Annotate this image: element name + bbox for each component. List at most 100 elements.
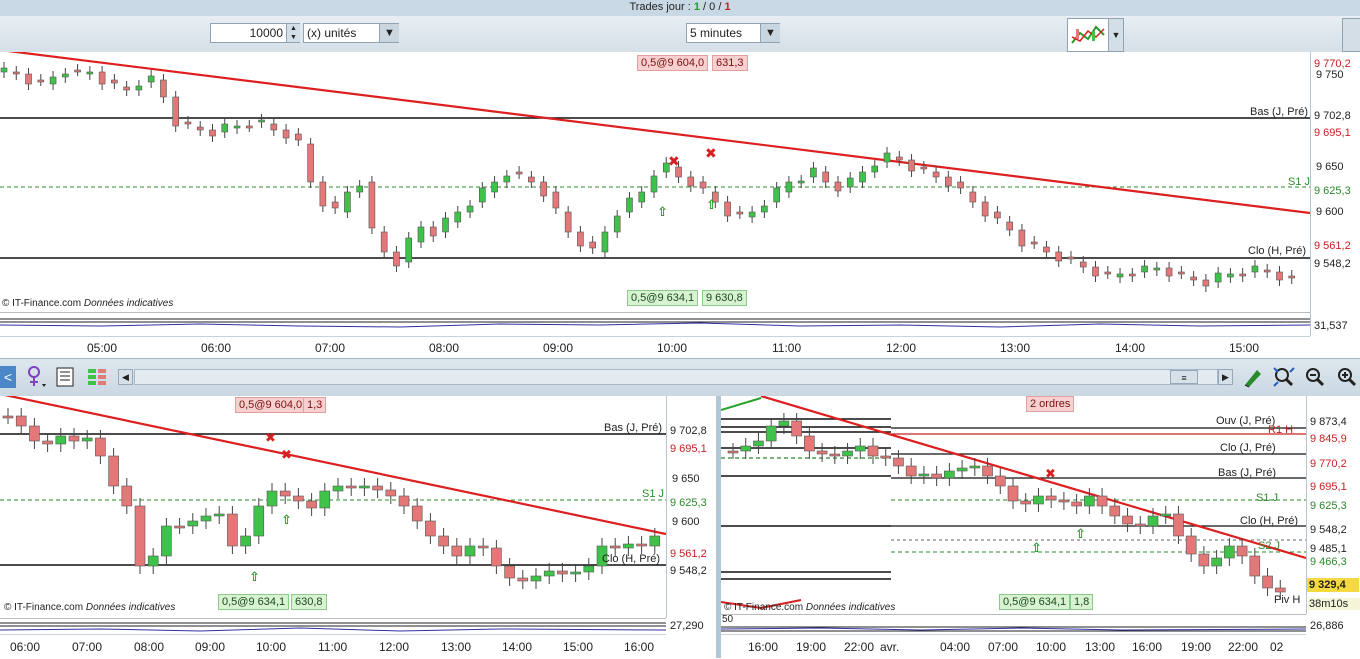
main-chart[interactable]: ✖ ✖ ⇧ ⇧	[0, 52, 1310, 312]
candle	[1165, 267, 1173, 277]
candle	[1190, 276, 1197, 281]
oscillator-canvas	[0, 318, 1311, 328]
price-label: 9 548,2	[1310, 524, 1347, 536]
scroll-left-button[interactable]: ◀	[118, 369, 133, 385]
candle	[1018, 229, 1026, 247]
candle	[626, 197, 633, 213]
price-tick: 9 650	[1316, 161, 1344, 173]
price-tick: 9 600	[672, 516, 700, 528]
candle	[1020, 500, 1032, 505]
close-marker-icon: ✖	[668, 153, 680, 169]
buy-order-tag[interactable]: 0,5@9 634,1	[999, 594, 1071, 610]
candle	[134, 505, 146, 567]
candle	[25, 73, 32, 85]
oscillator-pane[interactable]	[720, 614, 1307, 635]
time-tick: 08:00	[134, 640, 165, 654]
level-label-s1: S1 J	[642, 488, 665, 500]
candle	[804, 435, 815, 452]
zoom-out-icon[interactable]	[1304, 366, 1326, 388]
candle	[1043, 246, 1050, 253]
chart-type-button[interactable]	[1067, 18, 1109, 52]
share-icon[interactable]: <	[0, 366, 16, 388]
time-tick: 15:00	[563, 640, 594, 654]
oscillator-axis	[1310, 312, 1360, 336]
candle	[42, 440, 53, 445]
candle	[791, 420, 802, 437]
horizontal-scrollbar[interactable]	[134, 369, 1218, 385]
side-panel-toggle[interactable]	[1342, 18, 1360, 52]
last-price-badge: 9 329,4	[1307, 578, 1359, 592]
candle	[477, 545, 489, 549]
candle	[245, 125, 253, 129]
oscillator-pane[interactable]	[0, 618, 667, 635]
buy-arrow-icon: ⇧	[706, 197, 717, 212]
sell-order-tag[interactable]: 0,5@9 604,0	[637, 55, 709, 71]
candle	[307, 143, 314, 183]
draw-tool-icon[interactable]	[1242, 366, 1264, 388]
chevron-down-icon[interactable]: ▼	[760, 24, 780, 42]
level-label-s2: S2 J	[1258, 540, 1281, 552]
candle	[1173, 513, 1184, 537]
sell-order-tag[interactable]: 0,5@9 604,0	[235, 397, 307, 413]
price-axis[interactable]	[1310, 52, 1360, 312]
candle	[74, 69, 81, 73]
price-label: 9 485,1	[1310, 543, 1347, 555]
chevron-down-icon[interactable]: ▼	[379, 24, 399, 42]
candle	[816, 450, 828, 455]
price-label: 9 561,2	[1314, 240, 1351, 252]
candle	[1251, 265, 1259, 273]
price-label: 9 695,1	[670, 443, 707, 455]
level-label-bas: Bas (J, Pré)	[1218, 467, 1277, 479]
time-tick: 11:00	[772, 341, 802, 355]
time-axis[interactable]	[0, 336, 1310, 359]
candle	[345, 485, 357, 489]
candle	[1214, 272, 1222, 283]
candle	[49, 76, 57, 85]
level-label-s1: S1 J	[1288, 176, 1311, 188]
buy-order-tag-right[interactable]: 630,8	[291, 594, 327, 610]
candle	[200, 515, 212, 522]
candle	[359, 485, 370, 489]
candle	[1288, 275, 1296, 279]
candle	[761, 205, 768, 213]
candle	[1224, 545, 1235, 559]
candle	[2, 415, 14, 419]
candle	[867, 445, 879, 457]
scrollbar-thumb[interactable]: ≡	[1170, 370, 1198, 384]
buy-order-tag-right[interactable]: 1,8	[1070, 594, 1094, 610]
candle	[135, 85, 143, 91]
candle	[1045, 495, 1057, 501]
candle	[442, 217, 449, 233]
candle	[540, 181, 547, 197]
orderbook-icon[interactable]	[86, 366, 108, 388]
zoom-fit-icon[interactable]	[1272, 366, 1296, 388]
price-label: 9 702,8	[1314, 110, 1351, 122]
oscillator-pane[interactable]	[0, 312, 1311, 337]
candle	[564, 211, 572, 233]
chevron-down-icon[interactable]: ▼	[1108, 18, 1124, 52]
buy-order-tag[interactable]: 0,5@9 634,1	[627, 290, 699, 306]
time-tick: avr.	[880, 640, 900, 654]
candle-countdown: 38m10s	[1308, 598, 1360, 610]
right-chart[interactable]: ✖ ⇧ ⇧	[721, 396, 1306, 614]
buy-order-tag-right[interactable]: 9 630,8	[702, 290, 747, 306]
sell-order-tag-right[interactable]: 1,3	[303, 397, 327, 413]
time-tick: 08:00	[429, 341, 460, 355]
buy-order-tag[interactable]: 0,5@9 634,1	[218, 594, 290, 610]
scroll-right-button[interactable]: ▶	[1218, 369, 1233, 385]
orders-tag[interactable]: 2 ordres	[1026, 396, 1075, 412]
candle	[846, 177, 854, 188]
time-tick: 19:00	[796, 640, 827, 654]
list-icon[interactable]	[56, 366, 76, 388]
candle	[425, 520, 436, 537]
sell-order-tag-right[interactable]: 631,3	[712, 55, 748, 71]
indicator-icon[interactable]	[24, 364, 48, 390]
price-label: 9 695,1	[1310, 481, 1347, 493]
level-label-ouv: Ouv (J, Pré)	[1216, 415, 1276, 427]
candle	[380, 231, 388, 253]
price-label: 9 625,3	[670, 497, 707, 509]
zoom-in-icon[interactable]	[1336, 366, 1358, 388]
candle	[623, 543, 634, 549]
left-chart[interactable]: ✖ ✖ ⇧ ⇧	[0, 396, 667, 618]
quantity-stepper[interactable]: ▲ ▼	[286, 24, 300, 42]
